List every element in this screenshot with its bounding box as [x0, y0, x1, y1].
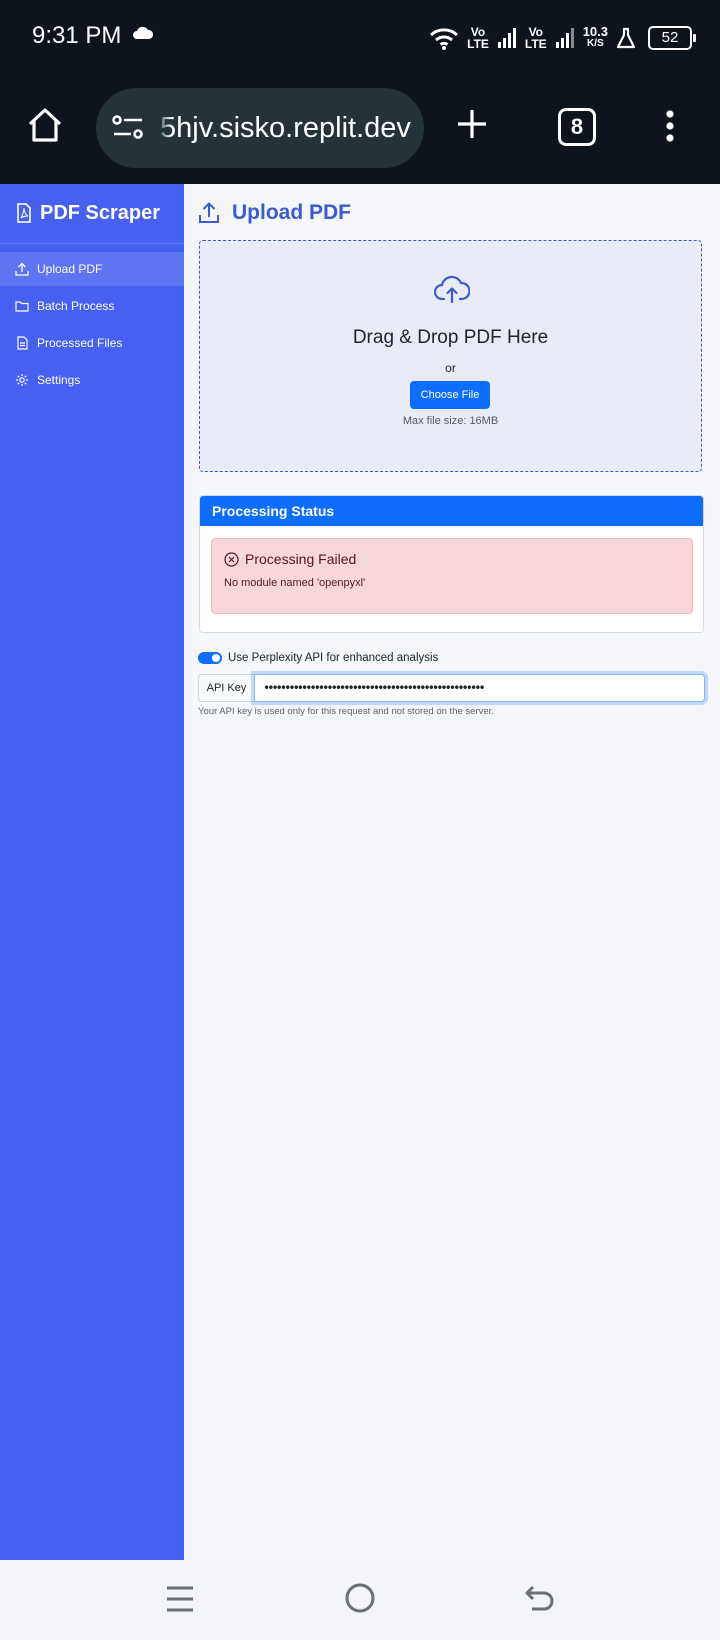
- home-circle-icon[interactable]: [344, 1582, 376, 1614]
- api-key-help: Your API key is used only for this reque…: [198, 706, 494, 717]
- signal-icon: [555, 28, 574, 48]
- gear-icon: [16, 374, 28, 386]
- sidebar-item-settings[interactable]: Settings: [0, 363, 184, 397]
- url-text[interactable]: 5hjv.sisko.replit.dev: [160, 112, 412, 145]
- brand-title: PDF Scraper: [40, 201, 161, 224]
- flask-icon: [616, 27, 636, 49]
- battery-icon: 52: [648, 26, 696, 50]
- choose-file-button[interactable]: Choose File: [410, 381, 490, 409]
- signal-icon: [497, 28, 516, 48]
- alert-message: No module named 'openpyxl': [224, 577, 366, 589]
- sidebar-item-label: Processed Files: [37, 336, 123, 350]
- file-text-icon: [17, 336, 28, 350]
- main-content: Upload PDF Drag & Drop PDF Here or Choos…: [184, 184, 720, 1560]
- api-key-input[interactable]: [254, 674, 705, 702]
- home-icon[interactable]: [26, 106, 64, 144]
- address-bar[interactable]: 5hjv.sisko.replit.dev: [96, 88, 424, 168]
- site-settings-icon[interactable]: [112, 114, 144, 140]
- volte-bottom: LTE: [524, 37, 547, 51]
- file-pdf-icon: [17, 203, 31, 223]
- status-icons: Vo LTE Vo LTE 10.3 K/S 52: [429, 20, 696, 56]
- perplexity-toggle[interactable]: [198, 652, 222, 664]
- back-icon[interactable]: [524, 1584, 556, 1614]
- upload-icon: [199, 202, 219, 223]
- sidebar-item-batch-process[interactable]: Batch Process: [0, 289, 184, 323]
- cloud-icon: [133, 26, 154, 39]
- net-speed-value: 10.3: [582, 24, 608, 39]
- wifi-icon: [430, 28, 459, 50]
- sidebar-item-upload-pdf[interactable]: Upload PDF: [0, 252, 184, 286]
- volte-indicator-2: Vo LTE: [525, 26, 547, 50]
- status-bar: 9:31 PM Vo LTE Vo LTE 10.3 K/S 52: [0, 0, 720, 76]
- url-fade: [156, 98, 172, 158]
- more-vert-icon[interactable]: [664, 110, 676, 142]
- recents-menu-icon[interactable]: [164, 1584, 196, 1614]
- sidebar-nav: Upload PDF Batch Process Processed Files: [0, 252, 184, 400]
- x-circle-icon: [224, 551, 239, 567]
- sidebar-item-label: Upload PDF: [37, 262, 103, 276]
- volte-bottom: LTE: [467, 37, 489, 51]
- upload-icon: [15, 262, 29, 276]
- cloud-upload-icon: [434, 275, 470, 303]
- max-file-size: Max file size: 16MB: [402, 415, 499, 427]
- sidebar-item-label: Batch Process: [37, 299, 115, 313]
- net-speed: 10.3 K/S: [582, 24, 608, 50]
- pdf-dropzone[interactable]: Drag & Drop PDF Here or Choose File Max …: [199, 240, 702, 472]
- alert-title-row: Processing Failed: [224, 551, 356, 567]
- dropzone-or: or: [445, 361, 456, 375]
- page-header: Upload PDF: [198, 198, 351, 228]
- toggle-label[interactable]: Use Perplexity API for enhanced analysis: [228, 652, 438, 664]
- divider: [0, 243, 184, 244]
- processing-status-card: Processing Status Processing Failed No m…: [199, 495, 704, 633]
- folder-icon: [15, 301, 29, 312]
- sidebar-item-label: Settings: [37, 373, 81, 387]
- alert-title: Processing Failed: [245, 551, 357, 567]
- card-header: Processing Status: [200, 496, 703, 526]
- page-title: Upload PDF: [232, 201, 351, 224]
- net-speed-unit: K/S: [587, 38, 604, 49]
- status-time: 9:31 PM: [32, 22, 122, 49]
- app: PDF Scraper Upload PDF Batch Process Pro…: [0, 184, 720, 1560]
- perplexity-toggle-row: Use Perplexity API for enhanced analysis: [198, 652, 438, 664]
- brand[interactable]: PDF Scraper: [16, 198, 160, 228]
- browser-toolbar: 5hjv.sisko.replit.dev 8: [0, 76, 720, 184]
- sidebar-item-processed-files[interactable]: Processed Files: [0, 326, 184, 360]
- dropzone-title: Drag & Drop PDF Here: [352, 327, 549, 348]
- system-navigation-bar: [0, 1560, 720, 1640]
- api-key-label: API Key: [198, 674, 254, 702]
- tab-count: 8: [570, 114, 584, 139]
- plus-icon[interactable]: [456, 108, 488, 140]
- tab-switcher-button[interactable]: 8: [558, 108, 596, 146]
- battery-level: 52: [661, 29, 679, 46]
- error-alert: Processing Failed No module named 'openp…: [211, 538, 693, 614]
- volte-indicator-1: Vo LTE: [467, 26, 489, 50]
- api-key-group: API Key: [198, 674, 705, 702]
- sidebar: PDF Scraper Upload PDF Batch Process Pro…: [0, 184, 184, 1560]
